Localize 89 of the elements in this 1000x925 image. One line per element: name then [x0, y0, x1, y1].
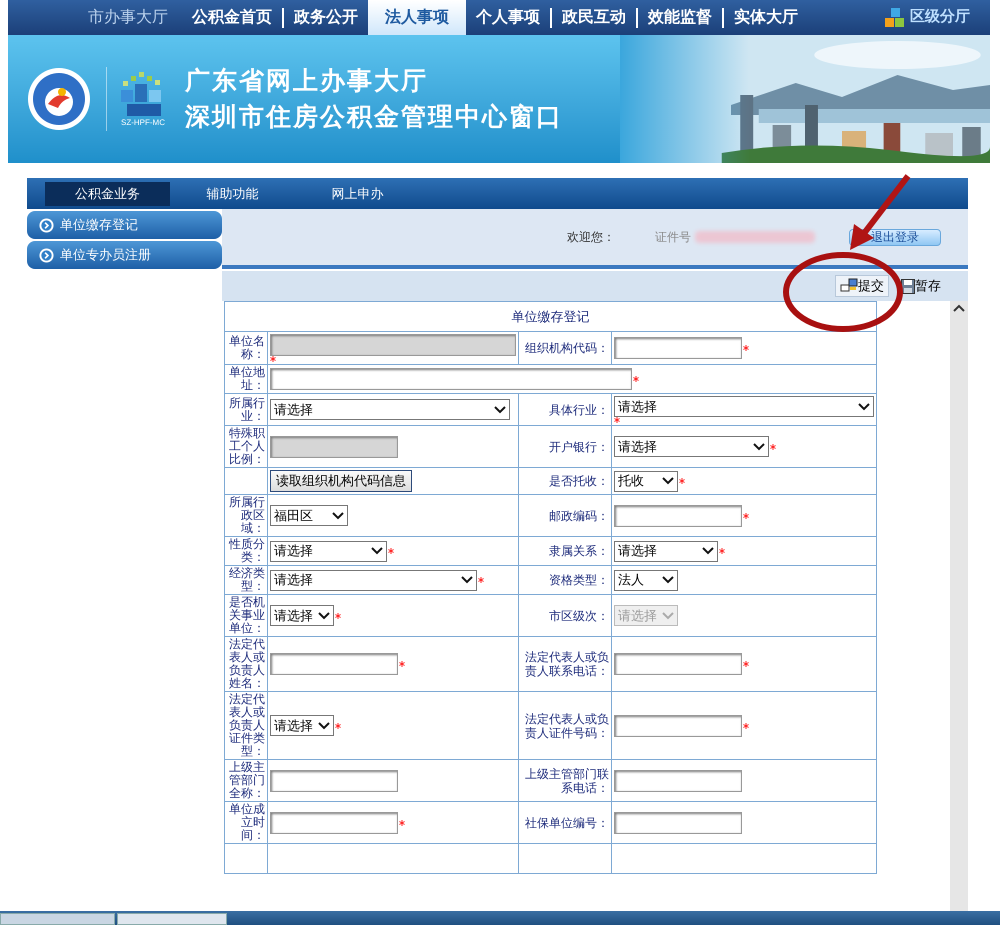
field-label: 开户银行：	[548, 440, 609, 454]
input-field[interactable]	[270, 368, 632, 390]
input-field[interactable]	[614, 337, 742, 359]
form-title: 单位缴存登记	[224, 302, 876, 332]
logo-caption: SZ-HPF-MC	[121, 118, 165, 128]
chevron-down-icon	[752, 442, 765, 450]
submit-button[interactable]: 提交	[835, 275, 889, 297]
nav-tab[interactable]: 效能监督	[638, 0, 722, 35]
select-field[interactable]: 请选择	[614, 436, 769, 457]
select-field[interactable]: 请选择	[270, 605, 334, 626]
circle-arrow-icon	[39, 218, 54, 232]
field-label: 法定代表人或负责人证件类型：	[229, 692, 266, 758]
sidebar-item[interactable]: 单位专办员注册	[27, 241, 222, 269]
nav-tab[interactable]: 实体大厅	[724, 0, 808, 35]
input-field[interactable]	[270, 770, 398, 792]
chevron-down-icon	[494, 406, 506, 414]
field-label: 特殊职工个人比例：	[229, 426, 266, 466]
chevron-down-icon	[662, 612, 674, 620]
select-field[interactable]: 福田区	[270, 505, 348, 526]
nav-tab[interactable]: 法人事项	[368, 0, 466, 35]
chevron-down-icon	[371, 547, 384, 555]
nav-tab[interactable]: 个人事项	[466, 0, 550, 35]
save-draft-button[interactable]: 暂存	[899, 275, 943, 297]
select-field[interactable]: 请选择	[614, 540, 718, 562]
field-label: 具体行业：	[548, 402, 609, 416]
input-field[interactable]	[614, 653, 742, 675]
field-label: 社保单位编号：	[524, 816, 609, 830]
field-label: 法定代表人或负责人联系电话：	[524, 650, 609, 678]
nav-tab[interactable]: 政务公开	[284, 0, 368, 35]
field-label: 法定代表人或负责人证件号码：	[524, 712, 609, 740]
subnav-tab[interactable]: 公积金业务	[45, 182, 170, 206]
chevron-down-icon	[858, 402, 870, 410]
chevron-down-icon	[662, 576, 674, 584]
input-field[interactable]	[614, 714, 742, 736]
field-label: 资格类型：	[548, 573, 609, 587]
field-label: 所属行业：	[229, 396, 266, 422]
field-label: 邮政编码：	[548, 508, 609, 522]
select-field[interactable]: 请选择	[270, 399, 510, 420]
sidebar-item[interactable]: 单位缴存登记	[27, 211, 222, 239]
computers-icon	[840, 278, 858, 294]
field-label: 单位地址：	[229, 365, 266, 392]
field-label: 单位成立时间：	[229, 802, 266, 842]
circle-arrow-icon	[39, 248, 54, 262]
welcome-text: 欢迎您：	[567, 229, 615, 246]
subnav-tab[interactable]: 网上申办	[295, 182, 420, 206]
field-label: 法定代表人或负责人姓名：	[229, 637, 266, 690]
blocks-icon	[884, 6, 906, 28]
field-label: 上级主管部门全称：	[229, 760, 266, 800]
scrollbar[interactable]	[950, 301, 968, 911]
banner-subtitle: 深圳市住房公积金管理中心窗口	[185, 102, 563, 133]
field-label: 单位名称：	[229, 334, 266, 361]
emblem-icon	[26, 66, 92, 132]
field-label: 市区级次：	[548, 608, 609, 622]
chevron-down-icon	[702, 547, 714, 555]
scroll-up-icon[interactable]	[953, 303, 965, 313]
banner-title: 广东省网上办事大厅	[185, 66, 429, 97]
district-link[interactable]: 区级分厅	[884, 0, 970, 35]
input-field[interactable]	[614, 504, 742, 526]
nav-tab[interactable]: 市办事大厅	[88, 0, 182, 35]
nav-tab[interactable]: 公积金首页	[182, 0, 282, 35]
field-label: 上级主管部门联系电话：	[524, 766, 609, 794]
nav-tab[interactable]: 政民互动	[552, 0, 636, 35]
select-field[interactable]: 请选择	[614, 396, 874, 417]
chevron-down-icon	[461, 576, 474, 584]
select-field[interactable]: 请选择	[270, 540, 388, 562]
field-label: 经济类型：	[229, 566, 266, 593]
subnav-tab[interactable]: 辅助功能	[170, 182, 295, 206]
input-field[interactable]	[614, 770, 742, 792]
id-label: 证件号	[655, 229, 691, 246]
input-field[interactable]	[270, 653, 398, 675]
read-code-button[interactable]: 读取组织机构代码信息	[270, 470, 412, 492]
field-label: 性质分类：	[229, 537, 266, 564]
chevron-down-icon	[332, 512, 344, 520]
field-label: 是否机关事业单位：	[229, 595, 266, 635]
field-label: 隶属关系：	[548, 544, 609, 558]
select-field[interactable]: 法人	[614, 570, 678, 590]
input-field[interactable]	[614, 812, 742, 834]
taskbar-button[interactable]	[0, 913, 115, 925]
select-field[interactable]: 托收	[614, 470, 678, 492]
chevron-down-icon	[318, 612, 330, 620]
input-field[interactable]	[270, 812, 398, 834]
select-field[interactable]: 请选择	[270, 570, 478, 590]
field-label: 组织机构代码：	[524, 341, 609, 355]
select-field[interactable]: 请选择	[270, 715, 334, 736]
chevron-down-icon	[318, 722, 330, 730]
chevron-down-icon	[662, 477, 674, 485]
field-label: 所属行政区域：	[229, 495, 266, 535]
field-label: 是否托收：	[548, 474, 609, 488]
taskbar-button[interactable]	[117, 913, 227, 925]
